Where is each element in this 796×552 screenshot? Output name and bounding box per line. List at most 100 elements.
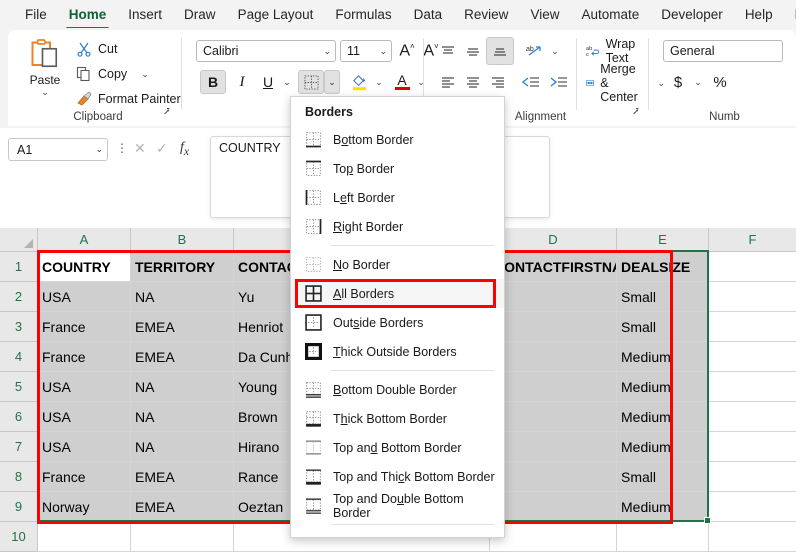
cell-d9[interactable] (490, 492, 617, 522)
underline-button[interactable]: U (256, 70, 280, 94)
cell-a4[interactable]: France (38, 342, 131, 372)
cell-b3[interactable]: EMEA (131, 312, 234, 342)
cell-b9[interactable]: EMEA (131, 492, 234, 522)
tab-file[interactable]: File (14, 3, 58, 26)
align-top-button[interactable] (436, 39, 460, 63)
cell-e7[interactable]: Medium (617, 432, 709, 462)
font-name-combo[interactable]: Calibri ⌄ (196, 40, 336, 62)
menu-item-thick-bottom-border[interactable]: Thick Bottom Border (291, 404, 504, 433)
cell-d5[interactable] (490, 372, 617, 402)
cell-d3[interactable] (490, 312, 617, 342)
align-bottom-button[interactable] (486, 37, 514, 65)
bold-button[interactable]: B (200, 70, 226, 94)
cell-f1[interactable] (709, 252, 796, 282)
align-left-button[interactable] (436, 70, 460, 94)
cell-a1[interactable]: COUNTRY (38, 252, 131, 282)
fill-handle[interactable] (704, 517, 711, 524)
font-color-button[interactable]: A (390, 70, 414, 94)
tab-home[interactable]: Home (58, 3, 118, 30)
fill-color-button[interactable] (346, 70, 372, 94)
cell-b8[interactable]: EMEA (131, 462, 234, 492)
cell-e9[interactable]: Medium (617, 492, 709, 522)
select-all-corner[interactable] (0, 228, 38, 252)
alignment-dialog-launcher[interactable]: ⭷ (633, 105, 639, 122)
tab-draw[interactable]: Draw (173, 3, 227, 26)
cell-e1[interactable]: DEALSIZE (617, 252, 709, 282)
tab-formulas[interactable]: Formulas (324, 3, 402, 26)
tab-insert[interactable]: Insert (117, 3, 173, 26)
increase-indent-button[interactable] (546, 70, 572, 94)
row-header-9[interactable]: 9 (0, 492, 38, 522)
cell-b4[interactable]: EMEA (131, 342, 234, 372)
cut-button[interactable]: Cut (76, 38, 117, 60)
cell-e3[interactable]: Small (617, 312, 709, 342)
menu-item-top-border[interactable]: Top Border (291, 154, 504, 183)
cell-b5[interactable]: NA (131, 372, 234, 402)
cell-a3[interactable]: France (38, 312, 131, 342)
row-header-2[interactable]: 2 (0, 282, 38, 312)
cell-d4[interactable] (490, 342, 617, 372)
tab-developer[interactable]: Developer (650, 3, 734, 26)
cell-a8[interactable]: France (38, 462, 131, 492)
font-size-combo[interactable]: 11 ⌄ (340, 40, 392, 62)
column-header-f[interactable]: F (709, 228, 796, 252)
cell-f5[interactable] (709, 372, 796, 402)
row-header-1[interactable]: 1 (0, 252, 38, 282)
menu-item-bottom-border[interactable]: Bottom Border (291, 125, 504, 154)
insert-function-icon[interactable]: fx (180, 140, 189, 158)
cell-a5[interactable]: USA (38, 372, 131, 402)
menu-item-outside-borders[interactable]: Outside Borders (291, 308, 504, 337)
paste-button[interactable]: Paste ⌄ (18, 36, 72, 112)
cell-e2[interactable]: Small (617, 282, 709, 312)
cell-d7[interactable] (490, 432, 617, 462)
menu-item-all-borders[interactable]: All Borders (291, 279, 504, 308)
row-header-4[interactable]: 4 (0, 342, 38, 372)
align-center-button[interactable] (461, 70, 485, 94)
cell-a10[interactable] (38, 522, 131, 552)
menu-item-top-and-thick-bottom-border[interactable]: Top and Thick Bottom Border (291, 462, 504, 491)
italic-button[interactable]: I (230, 70, 254, 94)
cell-e6[interactable]: Medium (617, 402, 709, 432)
orientation-button[interactable]: ab (522, 39, 548, 63)
cell-a7[interactable]: USA (38, 432, 131, 462)
currency-button[interactable]: $ (667, 70, 689, 94)
decrease-indent-button[interactable] (518, 70, 544, 94)
menu-item-bottom-double-border[interactable]: Bottom Double Border (291, 375, 504, 404)
menu-item-thick-outside-borders[interactable]: Thick Outside Borders (291, 337, 504, 366)
enter-icon[interactable]: ✓ (156, 140, 168, 157)
tab-review[interactable]: Review (453, 3, 519, 26)
cell-f2[interactable] (709, 282, 796, 312)
cell-b7[interactable]: NA (131, 432, 234, 462)
row-header-10[interactable]: 10 (0, 522, 38, 552)
cell-a6[interactable]: USA (38, 402, 131, 432)
formula-bar-more-icon[interactable]: ⋮ (116, 141, 128, 155)
cell-f8[interactable] (709, 462, 796, 492)
row-header-6[interactable]: 6 (0, 402, 38, 432)
cell-d8[interactable] (490, 462, 617, 492)
cell-f7[interactable] (709, 432, 796, 462)
cell-e4[interactable]: Medium (617, 342, 709, 372)
cell-f3[interactable] (709, 312, 796, 342)
tab-data[interactable]: Data (403, 3, 454, 26)
cell-a9[interactable]: Norway (38, 492, 131, 522)
menu-item-left-border[interactable]: Left Border (291, 183, 504, 212)
column-header-b[interactable]: B (131, 228, 234, 252)
cell-d10[interactable] (490, 522, 617, 552)
borders-dropdown-caret[interactable]: ⌄ (324, 70, 340, 94)
copy-button[interactable]: Copy ⌄ (76, 63, 149, 85)
cell-b6[interactable]: NA (131, 402, 234, 432)
copy-dropdown-caret[interactable]: ⌄ (141, 69, 149, 80)
cell-b1[interactable]: TERRITORY (131, 252, 234, 282)
increase-font-size-button[interactable]: A˄ (396, 39, 418, 63)
cell-d1[interactable]: CONTACTFIRSTNAME (490, 252, 617, 282)
cell-f6[interactable] (709, 402, 796, 432)
wrap-text-button[interactable]: ab c Wrap Text (586, 37, 653, 65)
cell-f4[interactable] (709, 342, 796, 372)
menu-item-top-and-bottom-border[interactable]: Top and Bottom Border (291, 433, 504, 462)
menu-item-right-border[interactable]: Right Border (291, 212, 504, 241)
tab-help[interactable]: Help (734, 3, 784, 26)
paste-dropdown-caret[interactable]: ⌄ (41, 88, 49, 97)
cell-b10[interactable] (131, 522, 234, 552)
cell-d6[interactable] (490, 402, 617, 432)
menu-item-top-and-double-bottom-border[interactable]: Top and Double Bottom Border (291, 491, 504, 520)
